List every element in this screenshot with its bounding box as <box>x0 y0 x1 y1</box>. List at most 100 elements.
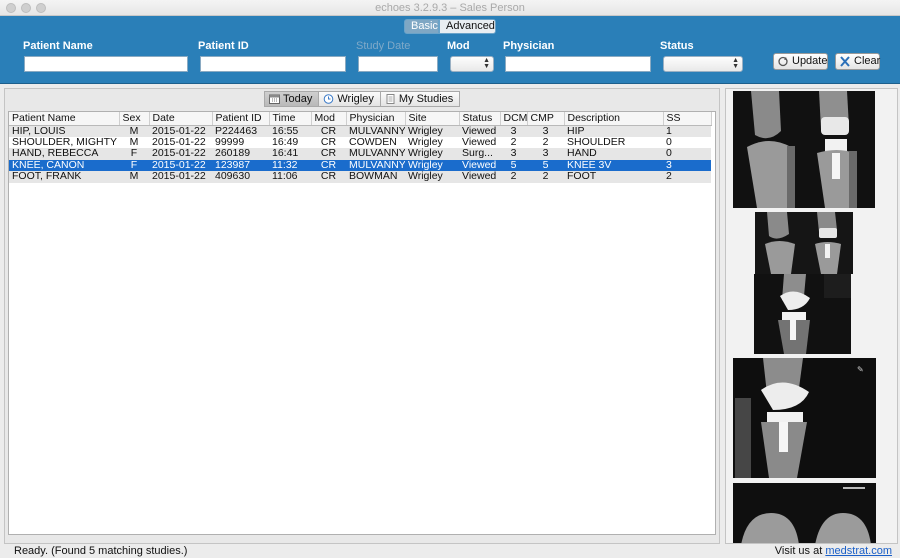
table-cell: Wrigley <box>405 148 459 160</box>
table-header-row: Patient Name Sex Date Patient ID Time Mod Phys… <box>9 112 712 126</box>
update-button[interactable]: Update <box>773 53 828 70</box>
column-header[interactable]: Time <box>269 112 312 126</box>
table-cell: 1 <box>663 125 711 137</box>
select-arrows-icon: ▲ ▼ <box>483 57 490 70</box>
xray-thumbnail[interactable]: ✎ <box>733 358 876 478</box>
table-cell: 123987 <box>212 159 269 171</box>
clear-button[interactable]: Clear <box>835 53 880 70</box>
visit-us: Visit us at medstrat.com <box>775 545 892 557</box>
table-cell: 2 <box>663 171 711 183</box>
table-cell: HIP, LOUIS <box>9 125 119 137</box>
clear-button-label: Clear <box>854 55 881 67</box>
xray-thumbnail[interactable] <box>754 274 851 354</box>
table-cell: 409630 <box>212 171 269 183</box>
table-cell: CR <box>311 148 346 160</box>
table-cell: Wrigley <box>405 125 459 137</box>
table-cell: 16:49 <box>272 136 299 148</box>
column-header[interactable]: Physician <box>346 112 406 126</box>
table-cell: 5 <box>527 159 564 171</box>
xray-thumbnail[interactable] <box>733 483 876 543</box>
calendar-icon <box>269 94 280 104</box>
table-cell: 2015-01-22 <box>149 125 212 137</box>
table-cell: 2 <box>510 136 517 148</box>
refresh-icon <box>777 56 789 67</box>
table-row[interactable]: HIP, LOUIS M 2015-01-22 P224463 16:55 CR MULVA… <box>9 125 711 137</box>
table-cell: Viewed <box>459 159 500 171</box>
table-cell: SHOULDER <box>567 136 626 148</box>
table-cell: 3 <box>663 159 711 171</box>
table-cell: 2 <box>542 136 549 148</box>
patient-name-input[interactable] <box>24 56 188 72</box>
thumbnail-pane: ✎ <box>725 88 898 544</box>
tab-wrigley-label: Wrigley <box>337 93 374 105</box>
table-cell: CR <box>320 136 337 148</box>
table-cell: 2015-01-22 <box>149 159 212 171</box>
study-date-label: Study Date <box>356 40 411 52</box>
table-cell: FOOT, FRANK <box>9 171 119 183</box>
column-header[interactable]: Patient ID <box>212 112 270 126</box>
table-cell: 5 <box>500 159 527 171</box>
title-bar: echoes 3.2.9.3 – Sales Person <box>0 0 900 16</box>
column-header[interactable]: Sex <box>119 112 150 126</box>
medstrat-link[interactable]: medstrat.com <box>825 545 892 557</box>
table-cell: 2015-01-22 <box>149 171 212 183</box>
physician-input[interactable] <box>505 56 651 72</box>
column-header[interactable]: SS <box>663 112 712 126</box>
table-cell: M <box>119 171 149 183</box>
table-cell: 0 <box>666 136 672 148</box>
column-header[interactable]: CMP <box>527 112 565 126</box>
svg-text:✎: ✎ <box>857 365 864 374</box>
table-cell: CR <box>311 125 346 137</box>
table-cell: P224463 <box>212 125 269 137</box>
search-panel: Basic Advanced Patient Name Patient ID S… <box>0 16 900 84</box>
table-cell: HIP <box>564 125 663 137</box>
table-cell: 11:06 <box>269 171 311 183</box>
column-header[interactable]: Mod <box>311 112 347 126</box>
advanced-mode-tab[interactable]: Advanced <box>439 19 496 34</box>
status-bar: Ready. (Found 5 matching studies.) Visit… <box>0 544 900 558</box>
status-select[interactable]: ▲ ▼ <box>663 56 743 72</box>
clear-icon <box>839 56 851 67</box>
table-cell: CR <box>311 159 346 171</box>
status-label: Status <box>660 40 694 52</box>
table-cell: 3 <box>500 125 527 137</box>
xray-thumbnail[interactable] <box>755 212 853 274</box>
table-cell: 16:55 <box>269 125 311 137</box>
table-cell: 0 <box>663 148 711 160</box>
tab-wrigley[interactable]: Wrigley <box>318 91 381 107</box>
tab-today[interactable]: Today <box>264 91 320 107</box>
xray-thumbnail[interactable] <box>733 91 875 208</box>
table-cell: SHOULDER, MIGHTY <box>12 136 118 148</box>
window-title: echoes 3.2.9.3 – Sales Person <box>375 2 525 14</box>
tab-my-studies[interactable]: My Studies <box>379 91 461 107</box>
patient-id-label: Patient ID <box>198 40 249 52</box>
column-header[interactable]: DCM <box>500 112 528 126</box>
table-cell: 2015-01-22 <box>149 148 212 160</box>
table-cell: 3 <box>527 148 564 160</box>
table-cell: 260189 <box>212 148 269 160</box>
basic-mode-tab[interactable]: Basic <box>404 19 439 34</box>
column-header[interactable]: Patient Name <box>9 112 120 126</box>
table-cell: FOOT <box>564 171 663 183</box>
table-cell: 2 <box>500 171 527 183</box>
table-cell: CR <box>311 171 346 183</box>
table-row[interactable]: SHOULDER, MIGHTY M 2015-01-22 99999 16:49 CR C… <box>9 137 711 149</box>
column-header[interactable]: Site <box>405 112 460 126</box>
table-cell: 2015-01-22 <box>152 136 206 148</box>
column-header[interactable]: Date <box>149 112 213 126</box>
table-cell: Surg... <box>459 148 500 160</box>
table-row[interactable]: FOOT, FRANK M 2015-01-22 409630 11:06 CR BOWMA… <box>9 171 711 183</box>
mod-select[interactable]: ▲ ▼ <box>450 56 494 72</box>
mod-label: Mod <box>447 40 470 52</box>
column-header[interactable]: Status <box>459 112 501 126</box>
table-cell: 99999 <box>215 136 245 148</box>
table-cell: 3 <box>527 125 564 137</box>
visit-prefix: Visit us at <box>774 545 823 557</box>
column-header[interactable]: Description <box>564 112 664 126</box>
select-arrows-icon: ▲ ▼ <box>732 57 739 70</box>
table-row[interactable]: HAND, REBECCA F 2015-01-22 260189 16:41 CR MUL… <box>9 148 711 160</box>
study-date-input[interactable] <box>358 56 438 72</box>
table-cell: KNEE, CANON <box>9 159 119 171</box>
patient-id-input[interactable] <box>200 56 346 72</box>
table-row[interactable]: KNEE, CANON F 2015-01-22 123987 11:32 CR MULVA… <box>9 159 711 171</box>
